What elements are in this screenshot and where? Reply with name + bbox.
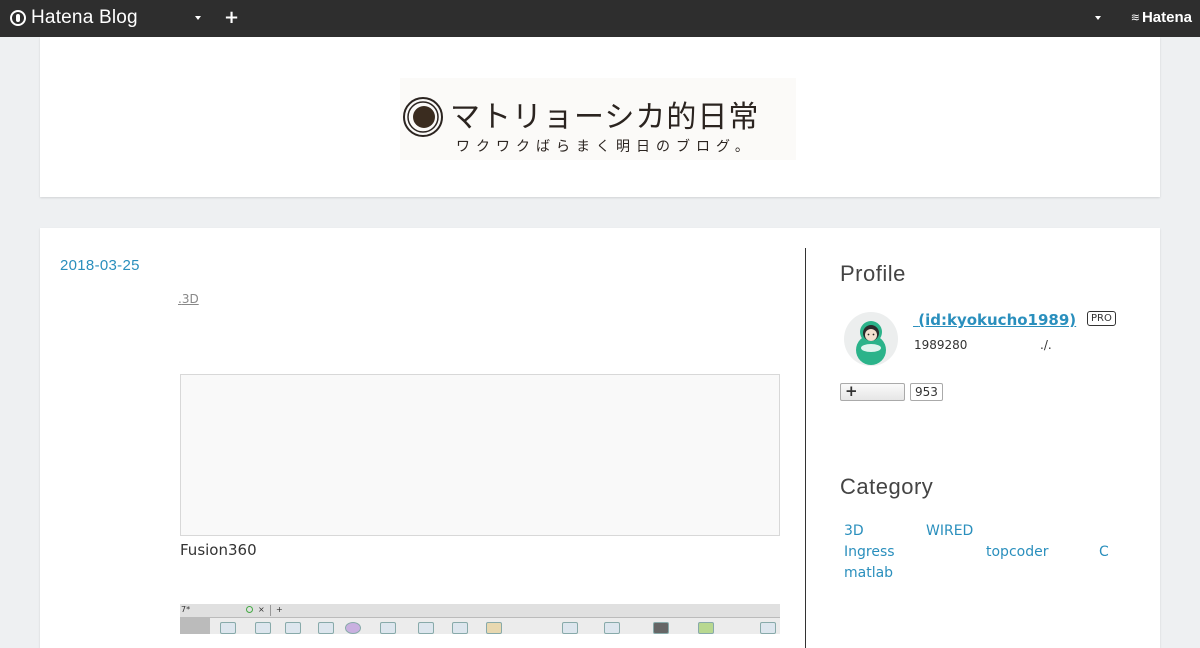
hatena-brand-link[interactable]: ≋ Hatena [1131,9,1192,26]
category-link-ingress[interactable]: Ingress [844,544,895,560]
screenshot-tab-add-icon: + [276,605,283,614]
screenshot-unsaved-icon [246,606,253,613]
top-navigation-bar: Hatena Blog + ≋ Hatena [0,0,1200,37]
category-heading: Category [840,474,934,499]
screenshot-tool-icon [418,622,434,634]
screenshot-tool-icon [380,622,396,634]
hatena-logo-icon [10,10,26,26]
hatena-blog-logo-text: Hatena Blog [31,7,138,28]
screenshot-tab-bar: 7* × + [180,604,780,618]
hatena-brand-text: Hatena [1141,9,1192,26]
matryoshka-avatar-icon [856,321,886,365]
entry-category-label: 3D [181,292,199,306]
hatena-blog-logo[interactable]: Hatena Blog [10,6,138,30]
hatena-brand-icon: ≋ [1130,11,1140,24]
embedded-content-box [180,374,780,536]
profile-heading: Profile [840,261,906,286]
entry-body-text: Fusion360 [180,541,257,559]
screenshot-tool-icon [698,622,714,634]
blog-header: マトリョーシカ的日常 ワクワクばらまく明日のブログ。 [40,37,1160,197]
plus-icon: + [845,382,858,400]
screenshot-tool-icon [653,622,669,634]
pro-badge: PRO [1087,311,1116,326]
account-menu-caret-icon[interactable] [1095,16,1101,20]
screenshot-tool-icon [486,622,502,634]
screenshot-tool-icon [318,622,334,634]
coffee-cup-icon [403,97,443,137]
follow-button[interactable]: + [840,382,905,401]
profile-description: 1989280 [914,338,968,352]
screenshot-tool-icon [562,622,578,634]
banner-title: マトリョーシカ的日常 [450,100,760,135]
add-entry-button[interactable]: + [224,7,239,29]
banner-subtitle: ワクワクばらまく明日のブログ。 [456,139,755,155]
screenshot-tool-icon [452,622,468,634]
screenshot-tool-icon [255,622,271,634]
entry-date[interactable]: 2018-03-25 [60,257,140,274]
screenshot-tool-icon [760,622,776,634]
category-link-wired[interactable]: WIRED [926,523,973,539]
blog-menu-caret-icon[interactable] [195,16,201,20]
category-link-matlab[interactable]: matlab [844,565,893,581]
profile-id-link[interactable]: (id:kyokucho1989) [913,311,1076,329]
screenshot-tool-icon [220,622,236,634]
screenshot-toolbar-block [180,618,210,634]
follower-count: 953 [910,383,943,401]
screenshot-tool-icon [604,622,620,634]
screenshot-tab-divider [270,605,271,616]
category-link-topcoder[interactable]: topcoder [986,544,1048,560]
screenshot-toolbar [180,618,780,634]
screenshot-tool-icon [285,622,301,634]
entry-category-link[interactable]: .3D [178,292,199,306]
profile-avatar[interactable] [844,312,898,366]
profile-id-text: (id:kyokucho1989) [918,311,1077,329]
sidebar-divider [805,248,806,648]
screenshot-tab-label: 7* [181,605,191,614]
category-link-c[interactable]: C [1099,544,1109,560]
main-content: 2018-03-25 .3D Fusion360 7* × + Profile … [40,228,1160,648]
profile-description-suffix: ./. [1040,338,1052,352]
screenshot-tool-icon [345,622,361,634]
screenshot-tab-close-icon: × [258,605,265,614]
category-link-3d[interactable]: 3D [844,523,864,539]
blog-title-banner[interactable]: マトリョーシカ的日常 ワクワクばらまく明日のブログ。 [400,78,796,160]
